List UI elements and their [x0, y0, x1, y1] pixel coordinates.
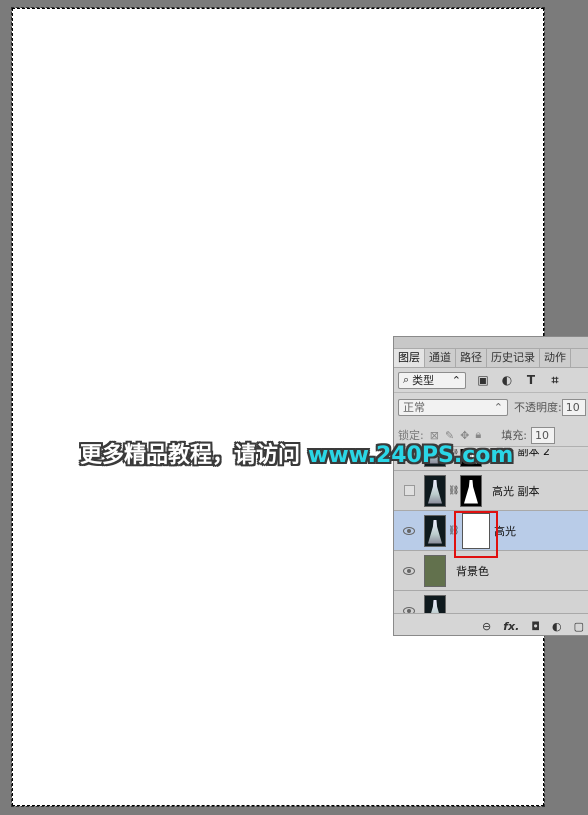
layer-filter-row: ⌕ 类型 ⌃ ▣ ◐ T ⌗ — [394, 368, 588, 393]
visibility-toggle[interactable] — [394, 566, 424, 575]
layer-mask-thumbnail[interactable] — [460, 474, 482, 507]
opacity-label: 不透明度: — [514, 401, 562, 414]
watermark: 更多精品教程，请访问 www.240PS.com — [80, 437, 513, 469]
chain-link-icon[interactable]: ⛓ — [448, 486, 459, 496]
search-icon: ⌕ — [403, 373, 410, 386]
layer-row-partial[interactable] — [394, 591, 588, 613]
text-filter-icon[interactable]: T — [524, 373, 538, 387]
adjustment-filter-icon[interactable]: ◐ — [500, 373, 514, 387]
panel-tabs: 图层 通道 路径 历史记录 动作 — [394, 349, 588, 368]
tab-history[interactable]: 历史记录 — [487, 349, 540, 367]
image-filter-icon[interactable]: ▣ — [476, 373, 490, 387]
tab-layers[interactable]: 图层 — [394, 349, 425, 367]
panel-bottom-toolbar: ⊖ fx. ◘ ◐ ▢ — [394, 613, 588, 635]
layer-thumbnail — [424, 474, 446, 507]
stepper-icon: ⌃ — [493, 400, 503, 414]
blend-mode-value: 正常 — [403, 401, 425, 414]
hidden-box-icon — [403, 485, 415, 496]
filter-kind-label: 类型 — [412, 374, 435, 387]
layer-thumbnail — [424, 514, 446, 547]
layer-name[interactable]: 高光 副本 — [492, 483, 540, 499]
fill-field[interactable]: 10 — [530, 426, 555, 444]
new-layer-icon[interactable]: ▢ — [574, 620, 584, 633]
eye-icon — [403, 566, 415, 575]
fx-icon[interactable]: fx. — [503, 620, 519, 633]
blend-row: 正常 ⌃ 不透明度: 10 — [394, 395, 588, 419]
tab-paths[interactable]: 路径 — [456, 349, 487, 367]
opacity-field[interactable]: 10 — [561, 398, 586, 416]
fill-color-thumbnail — [424, 554, 446, 587]
mask-icon[interactable]: ◘ — [531, 620, 540, 633]
layer-row-highlight-copy[interactable]: ⛓ 高光 副本 — [394, 471, 588, 511]
stepper-icon: ⌃ — [451, 373, 461, 387]
shape-filter-icon[interactable]: ⌗ — [548, 373, 562, 387]
adjustment-icon[interactable]: ◐ — [552, 620, 562, 633]
visibility-toggle[interactable] — [394, 526, 424, 535]
layer-thumbnail — [424, 594, 446, 613]
tab-channels[interactable]: 通道 — [425, 349, 456, 367]
blend-mode-select[interactable]: 正常 ⌃ — [398, 398, 508, 416]
layers-panel: 图层 通道 路径 历史记录 动作 ⌕ 类型 ⌃ ▣ ◐ T ⌗ 正常 ⌃ 不透明… — [393, 336, 588, 636]
filter-kind-select[interactable]: ⌕ 类型 ⌃ — [398, 371, 466, 389]
visibility-toggle[interactable] — [394, 485, 424, 496]
watermark-text: 更多精品教程，请访问 — [80, 443, 301, 468]
tab-actions[interactable]: 动作 — [540, 349, 571, 367]
highlight-annotation-box — [454, 511, 498, 558]
panel-header — [394, 337, 588, 349]
link-icon[interactable]: ⊖ — [482, 620, 491, 633]
eye-icon — [403, 526, 415, 535]
layer-name[interactable]: 背景色 — [456, 563, 489, 579]
watermark-url: www.240PS.com — [308, 443, 514, 468]
